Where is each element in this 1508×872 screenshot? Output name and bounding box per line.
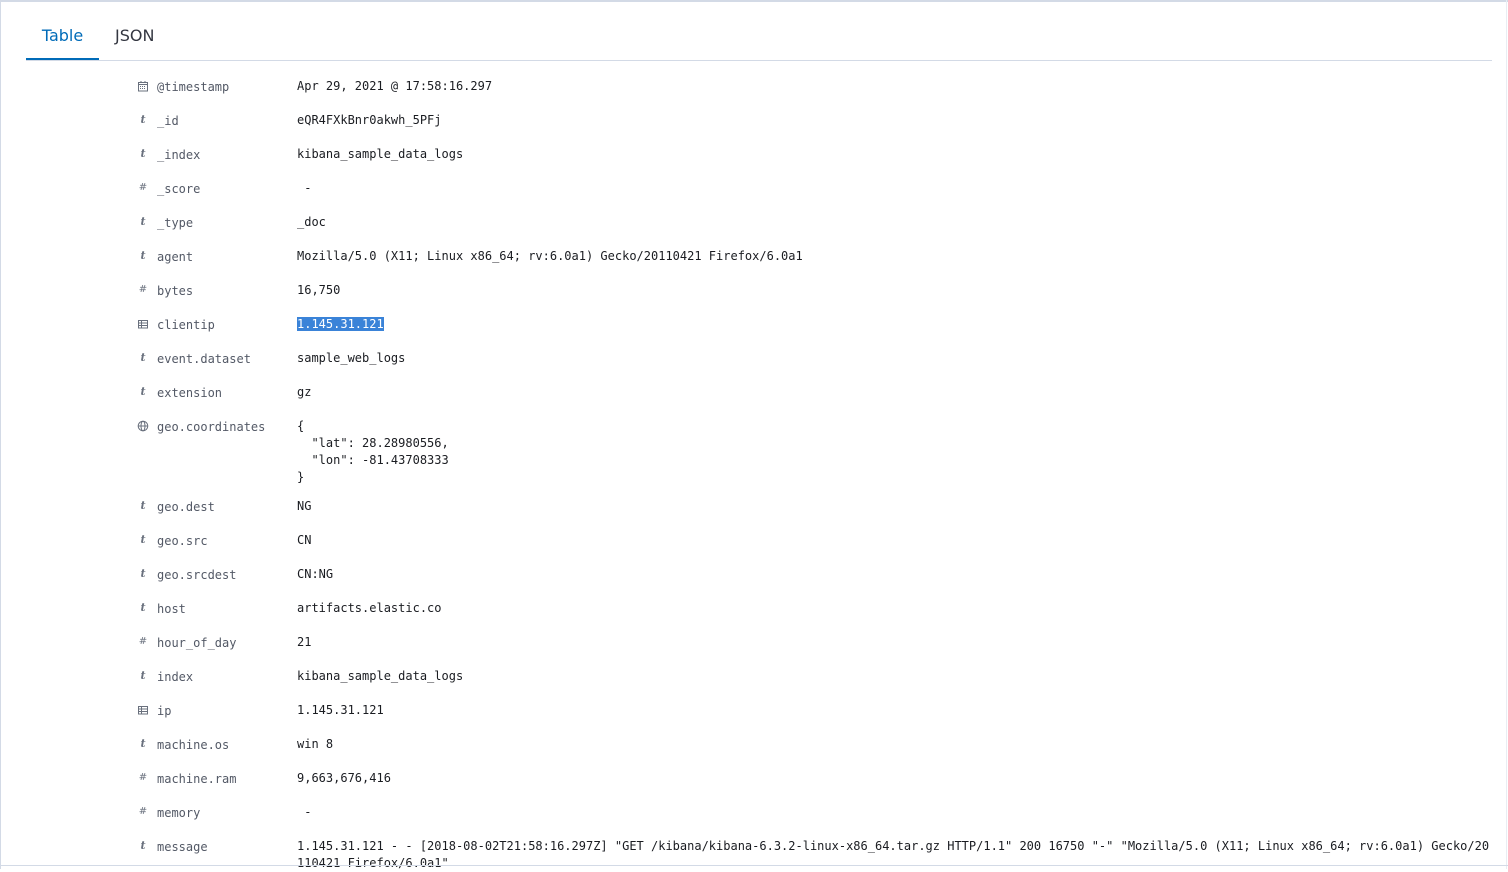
field-value[interactable]: 9,663,676,416	[297, 770, 1492, 787]
field-name: memory	[157, 806, 201, 820]
string-type-icon: t	[140, 113, 146, 126]
string-type-icon: t	[140, 669, 146, 682]
field-value[interactable]: Apr 29, 2021 @ 17:58:16.297	[297, 78, 1492, 95]
field-value[interactable]: gz	[297, 384, 1492, 401]
field-name: event.dataset	[157, 352, 251, 366]
field-name: @timestamp	[157, 80, 230, 94]
field-value[interactable]: NG	[297, 498, 1492, 515]
field-name: clientip	[157, 318, 215, 332]
field-value[interactable]: CN:NG	[297, 566, 1492, 583]
globe-icon	[136, 419, 150, 433]
field-value[interactable]: kibana_sample_data_logs	[297, 146, 1492, 163]
string-type-icon: t	[140, 215, 146, 228]
panel-border-right	[1506, 0, 1507, 869]
tab-table[interactable]: Table	[26, 14, 99, 60]
string-type-icon: t	[140, 499, 146, 512]
field-name: machine.ram	[157, 772, 237, 786]
field-value[interactable]: 1.145.31.121	[297, 702, 1492, 719]
string-type-icon: t	[140, 351, 146, 364]
field-name: host	[157, 602, 186, 616]
field-name: _index	[157, 148, 201, 162]
field-value[interactable]: 1.145.31.121	[297, 316, 1492, 333]
field-value[interactable]: 1.145.31.121 - - [2018-08-02T21:58:16.29…	[297, 838, 1492, 872]
calendar-icon	[136, 79, 150, 93]
ip-type-icon	[136, 317, 150, 331]
panel-border-left	[0, 0, 1, 869]
field-value[interactable]: Mozilla/5.0 (X11; Linux x86_64; rv:6.0a1…	[297, 248, 1492, 265]
field-name: _type	[157, 216, 194, 230]
field-name: geo.coordinates	[157, 420, 266, 434]
field-value[interactable]: -	[297, 180, 1492, 197]
field-value[interactable]: 16,750	[297, 282, 1492, 299]
field-name: geo.srcdest	[157, 568, 237, 582]
field-name: index	[157, 670, 194, 684]
field-name: bytes	[157, 284, 194, 298]
string-type-icon: t	[140, 567, 146, 580]
panel-border-bottom	[0, 865, 1508, 866]
ip-type-icon	[136, 703, 150, 717]
string-type-icon: t	[140, 385, 146, 398]
tab-json[interactable]: JSON	[115, 14, 159, 59]
string-type-icon: t	[140, 249, 146, 262]
string-type-icon: t	[140, 147, 146, 160]
field-name: _score	[157, 182, 201, 196]
number-type-icon: #	[138, 772, 148, 783]
field-value[interactable]: eQR4FXkBnr0akwh_5PFj	[297, 112, 1492, 129]
field-name: extension	[157, 386, 223, 400]
field-name: ip	[157, 704, 172, 718]
field-name: agent	[157, 250, 194, 264]
field-value[interactable]: -	[297, 804, 1492, 821]
field-value[interactable]: win 8	[297, 736, 1492, 753]
panel-border-top	[0, 0, 1508, 2]
string-type-icon: t	[140, 737, 146, 750]
field-value[interactable]: 21	[297, 634, 1492, 651]
field-name: geo.src	[157, 534, 208, 548]
doc-view-tabs: Table JSON	[26, 14, 1492, 61]
field-name: machine.os	[157, 738, 230, 752]
number-type-icon: #	[138, 636, 148, 647]
string-type-icon: t	[140, 839, 146, 852]
field-value[interactable]: _doc	[297, 214, 1492, 231]
selected-text[interactable]: 1.145.31.121	[297, 317, 384, 331]
string-type-icon: t	[140, 533, 146, 546]
number-type-icon: #	[138, 182, 148, 193]
field-value[interactable]: { "lat": 28.28980556, "lon": -81.4370833…	[297, 418, 1492, 486]
field-name: _id	[157, 114, 179, 128]
field-value[interactable]: CN	[297, 532, 1492, 549]
number-type-icon: #	[138, 806, 148, 817]
field-value[interactable]: artifacts.elastic.co	[297, 600, 1492, 617]
field-name: hour_of_day	[157, 636, 237, 650]
field-value[interactable]: sample_web_logs	[297, 350, 1492, 367]
field-name: geo.dest	[157, 500, 215, 514]
field-name: message	[157, 840, 208, 854]
field-value[interactable]: kibana_sample_data_logs	[297, 668, 1492, 685]
string-type-icon: t	[140, 601, 146, 614]
number-type-icon: #	[138, 284, 148, 295]
